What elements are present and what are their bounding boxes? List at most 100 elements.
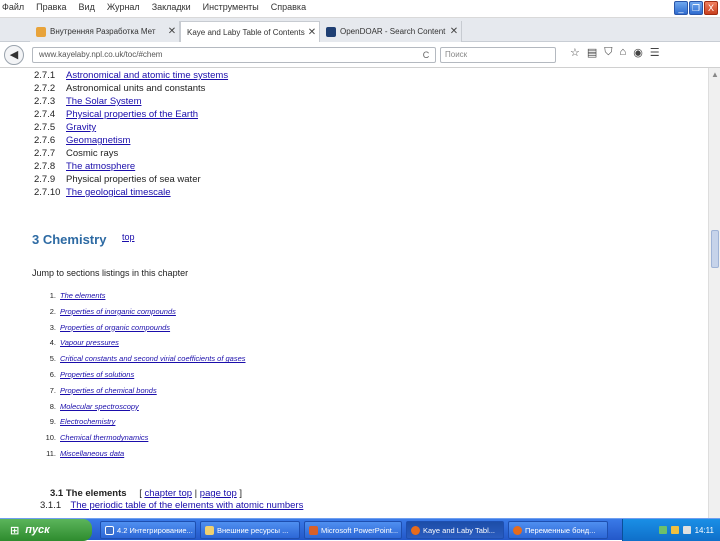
task-label: Kaye and Laby Tabl... bbox=[423, 525, 495, 535]
powerpoint-icon bbox=[309, 525, 318, 535]
chemistry-section-link[interactable]: Critical constants and second virial coe… bbox=[60, 354, 246, 363]
task-label: Microsoft PowerPoint... bbox=[321, 525, 399, 535]
physics-subsection-row: 2.7.6 Geomagnetism bbox=[34, 135, 130, 146]
subsection-link[interactable]: The atmosphere bbox=[66, 161, 135, 172]
subsection-label: Astronomical units and constants bbox=[66, 83, 206, 94]
chemistry-section-link[interactable]: Molecular spectroscopy bbox=[60, 402, 139, 411]
menu-tools[interactable]: Инструменты bbox=[203, 2, 259, 16]
chemistry-section-item: 11. Miscellaneous data bbox=[38, 449, 124, 458]
taskbar-item-powerpoint[interactable]: Microsoft PowerPoint... bbox=[304, 521, 402, 539]
chemistry-section-item: 3. Properties of organic compounds bbox=[38, 323, 170, 332]
clock[interactable]: 14:11 bbox=[695, 526, 714, 535]
tab-label: Внутренняя Разработка Мет bbox=[50, 27, 156, 36]
volume-icon[interactable] bbox=[670, 526, 679, 534]
menu-bookmarks[interactable]: Закладки bbox=[152, 2, 191, 16]
language-icon[interactable] bbox=[682, 526, 691, 534]
sync-icon[interactable]: ◉ bbox=[633, 46, 643, 59]
menu-help[interactable]: Справка bbox=[271, 2, 306, 16]
close-tab-icon[interactable]: ✕ bbox=[165, 26, 179, 37]
tab-internal-development[interactable]: Внутренняя Разработка Мет ✕ bbox=[30, 21, 180, 42]
network-icon[interactable] bbox=[658, 526, 667, 534]
start-button[interactable]: ⊞ пуск bbox=[0, 519, 92, 541]
physics-subsection-row: 2.7.3 The Solar System bbox=[34, 96, 142, 107]
close-tab-icon[interactable]: ✕ bbox=[305, 27, 319, 38]
menu-history[interactable]: Журнал bbox=[107, 2, 140, 16]
physics-subsection-row: 2.7.10 The geological timescale bbox=[34, 187, 171, 198]
chapter-top-link[interactable]: chapter top bbox=[144, 488, 192, 499]
task-label: 4.2 Интегрирование... bbox=[117, 525, 193, 535]
menu-view[interactable]: Вид bbox=[79, 2, 95, 16]
menu-icon[interactable]: ☰ bbox=[650, 46, 660, 59]
reload-icon[interactable]: C bbox=[418, 47, 434, 63]
chemistry-section-item: 8. Molecular spectroscopy bbox=[38, 402, 139, 411]
taskbar-item-firefox-kaye[interactable]: Kaye and Laby Tabl... bbox=[406, 521, 504, 539]
subsection-number: 2.7.5 bbox=[34, 122, 56, 133]
scroll-up-icon[interactable]: ▲ bbox=[709, 70, 720, 79]
search-input[interactable]: Поиск bbox=[440, 47, 556, 63]
physics-subsection-row: 2.7.5 Gravity bbox=[34, 122, 96, 133]
subsection-number: 2.7.6 bbox=[34, 135, 56, 146]
back-button[interactable]: ◀ bbox=[4, 45, 24, 65]
chapter-heading: 3 Chemistry bbox=[32, 232, 107, 247]
tab-kaye-laby[interactable]: Kaye and Laby Table of Contents ✕ bbox=[180, 21, 320, 42]
taskbar-item-word[interactable]: 4.2 Интегрирование... bbox=[100, 521, 196, 539]
chemistry-section-item: 9. Electrochemistry bbox=[38, 417, 116, 426]
subsection-link[interactable]: Geomagnetism bbox=[66, 135, 130, 146]
item-number: 2. bbox=[49, 306, 56, 316]
chemistry-section-link[interactable]: Miscellaneous data bbox=[60, 449, 124, 458]
subsection-label: Physical properties of sea water bbox=[66, 174, 201, 185]
subsection-link[interactable]: Physical properties of the Earth bbox=[66, 109, 198, 120]
chemistry-section-item: 2. Properties of inorganic compounds bbox=[38, 307, 176, 316]
windows-logo-icon: ⊞ bbox=[10, 524, 20, 537]
page-favicon-icon bbox=[326, 26, 336, 37]
subsection-link[interactable]: The Solar System bbox=[66, 96, 142, 107]
chemistry-section-link[interactable]: Vapour pressures bbox=[60, 338, 119, 347]
subsection-label: Cosmic rays bbox=[66, 148, 119, 159]
chemistry-section-item: 5. Critical constants and second virial c… bbox=[38, 354, 246, 363]
chemistry-section-link[interactable]: The elements bbox=[60, 291, 105, 300]
folder-icon bbox=[205, 525, 214, 535]
address-bar[interactable]: www.kayelaby.npl.co.uk/toc/#chem bbox=[32, 47, 436, 63]
chemistry-section-link[interactable]: Properties of inorganic compounds bbox=[60, 307, 176, 316]
taskbar-item-firefox-2[interactable]: Переменные бонд... bbox=[508, 521, 608, 539]
top-link[interactable]: top bbox=[122, 232, 135, 242]
close-window-button[interactable]: X bbox=[704, 1, 718, 15]
toolbar-icons: ☆ ▤ ⛉ ⌂ ◉ ☰ bbox=[570, 46, 660, 59]
window-controls: _ ❐ X bbox=[674, 1, 718, 15]
chemistry-section-link[interactable]: Properties of solutions bbox=[60, 370, 134, 379]
menu-bar: Файл Правка Вид Журнал Закладки Инструме… bbox=[2, 2, 306, 16]
chemistry-section-link[interactable]: Chemical thermodynamics bbox=[60, 433, 148, 442]
pocket-icon[interactable]: ⛉ bbox=[604, 46, 612, 59]
task-label: Внешние ресурсы ... bbox=[217, 525, 289, 535]
section-link[interactable]: The periodic table of the elements with … bbox=[70, 500, 303, 511]
item-number: 6. bbox=[49, 370, 56, 379]
minimize-button[interactable]: _ bbox=[674, 1, 688, 15]
firefox-icon bbox=[513, 525, 522, 535]
vertical-scrollbar[interactable]: ▲ bbox=[708, 68, 720, 518]
firefox-icon bbox=[411, 525, 420, 535]
chemistry-section-link[interactable]: Properties of organic compounds bbox=[60, 323, 170, 332]
chemistry-section-link[interactable]: Properties of chemical bonds bbox=[60, 386, 157, 395]
reading-list-icon[interactable]: ▤ bbox=[587, 46, 597, 59]
title-bar: Файл Правка Вид Журнал Закладки Инструме… bbox=[0, 0, 720, 18]
tab-opendoar[interactable]: OpenDOAR - Search Content ✕ bbox=[320, 21, 462, 42]
subsection-link[interactable]: Gravity bbox=[66, 122, 96, 133]
home-icon[interactable]: ⌂ bbox=[620, 46, 627, 59]
subsection-link[interactable]: Astronomical and atomic time systems bbox=[66, 70, 228, 81]
close-tab-icon[interactable]: ✕ bbox=[447, 26, 461, 37]
chemistry-section-item: 10. Chemical thermodynamics bbox=[38, 433, 149, 442]
taskbar-item-folder[interactable]: Внешние ресурсы ... bbox=[200, 521, 300, 539]
section-title: 3.1 The elements bbox=[50, 488, 127, 499]
subsection-number: 2.7.8 bbox=[34, 161, 56, 172]
page-top-link[interactable]: page top bbox=[200, 488, 237, 499]
menu-file[interactable]: Файл bbox=[2, 2, 24, 16]
task-label: Переменные бонд... bbox=[525, 525, 596, 535]
bookmark-star-icon[interactable]: ☆ bbox=[570, 46, 580, 59]
scrollbar-thumb[interactable] bbox=[711, 230, 719, 268]
maximize-button[interactable]: ❐ bbox=[689, 1, 703, 15]
subsection-number: 2.7.3 bbox=[34, 96, 56, 107]
subsection-link[interactable]: The geological timescale bbox=[66, 187, 171, 198]
item-number: 7. bbox=[49, 385, 56, 395]
menu-edit[interactable]: Правка bbox=[36, 2, 66, 16]
chemistry-section-link[interactable]: Electrochemistry bbox=[60, 417, 115, 426]
